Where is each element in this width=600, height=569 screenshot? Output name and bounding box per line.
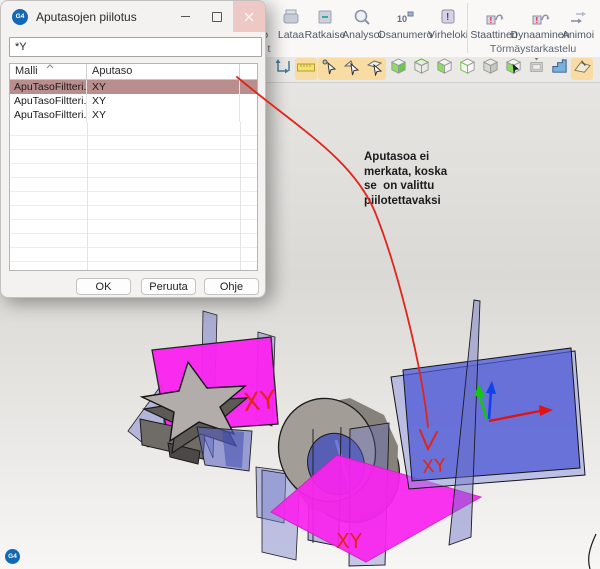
halfshade-cube-icon [435, 57, 454, 81]
update-arrows-icon [274, 58, 292, 81]
help-button[interactable]: Ohje [204, 278, 259, 295]
cursor-edge-icon [343, 58, 361, 81]
measure-button[interactable] [295, 58, 317, 80]
svg-text:10: 10 [397, 14, 407, 24]
sketch-plane-button[interactable] [571, 58, 593, 80]
part-number-icon: 10 [395, 6, 415, 28]
shaded-cube-icon [389, 57, 408, 81]
maximize-button[interactable] [201, 1, 233, 32]
hidden-edges-view-button[interactable] [456, 58, 478, 80]
animate-icon [568, 6, 588, 28]
ribbon-group-separator [467, 3, 468, 53]
section-box-button[interactable] [525, 58, 547, 80]
filter-input[interactable] [9, 37, 262, 57]
ribbon-item-label: Analysoi [342, 29, 382, 41]
shaded-view-button[interactable] [387, 58, 409, 80]
cursor-point-icon [320, 58, 338, 81]
hidden-edge-cube-icon [458, 57, 477, 81]
cursor-cube-icon [504, 57, 523, 81]
column-header-aputaso[interactable]: Aputaso [87, 64, 240, 79]
tutorial-annotation-text: Aputasoa ei merkata, koska se on valittu… [364, 150, 474, 208]
maximize-icon [212, 12, 222, 22]
ribbon-item-label: Virheloki [428, 29, 468, 41]
dialog-title: Aputasojen piilotus [36, 10, 137, 24]
table-row[interactable]: ApuTasoFiltteri... XY [10, 80, 257, 94]
select-face-button[interactable] [364, 58, 386, 80]
table-header[interactable]: Malli Aputaso [10, 64, 257, 80]
ribbon-item-label: Animoi [562, 29, 594, 41]
ribbon-group-label-collision: Törmäystarkastelu [470, 43, 596, 55]
g4-app-icon: G4 [12, 9, 28, 25]
solve-icon [315, 6, 335, 28]
ribbon-item-animoi[interactable]: Animoi [558, 0, 598, 41]
close-icon [244, 12, 254, 22]
magnifier-icon [352, 6, 372, 28]
minimize-button[interactable] [169, 1, 201, 32]
select-point-button[interactable] [318, 58, 340, 80]
dynamic-collision-icon: ! [530, 6, 550, 28]
step-model-icon [550, 57, 569, 81]
section-box-icon [527, 57, 546, 81]
wireframe-cube-icon [412, 57, 431, 81]
cancel-button[interactable]: Peruuta [141, 278, 196, 295]
halfshade-view-button[interactable] [433, 58, 455, 80]
minimize-icon [181, 16, 190, 17]
ok-button[interactable]: OK [76, 278, 131, 295]
wireframe-view-button[interactable] [410, 58, 432, 80]
cursor-face-icon [366, 58, 384, 81]
ribbon-item-label: Lataa [278, 29, 304, 41]
select-edge-button[interactable] [341, 58, 363, 80]
select-body-button[interactable] [502, 58, 524, 80]
sketch-plane-icon [573, 57, 592, 81]
close-button[interactable] [233, 1, 265, 32]
svg-text:!: ! [446, 12, 449, 23]
svg-text:!: ! [536, 16, 539, 25]
static-collision-icon: ! [484, 6, 504, 28]
table-empty-area [10, 122, 257, 271]
selection-mode-group [318, 58, 386, 80]
svg-text:!: ! [490, 16, 493, 25]
step-model-button[interactable] [548, 58, 570, 80]
table-row[interactable]: ApuTasoFiltteri... XY [10, 108, 257, 122]
aputaso-table: Malli Aputaso ApuTasoFiltteri... XY ApuT… [9, 63, 258, 271]
solid-view-button[interactable] [479, 58, 501, 80]
error-log-icon: ! [438, 6, 458, 28]
sort-ascending-icon [46, 64, 54, 69]
load-icon [281, 6, 301, 28]
update-view-button[interactable] [272, 58, 294, 80]
ruler-icon [296, 58, 316, 81]
table-row[interactable]: ApuTasoFiltteri... XY [10, 94, 257, 108]
ribbon-item-virheloki[interactable]: ! Virheloki [424, 0, 472, 41]
solid-cube-icon [481, 57, 500, 81]
aputasojen-piilotus-dialog: G4 Aputasojen piilotus Malli Aputaso Apu… [0, 0, 266, 298]
g4-logo: G4 [5, 549, 20, 564]
